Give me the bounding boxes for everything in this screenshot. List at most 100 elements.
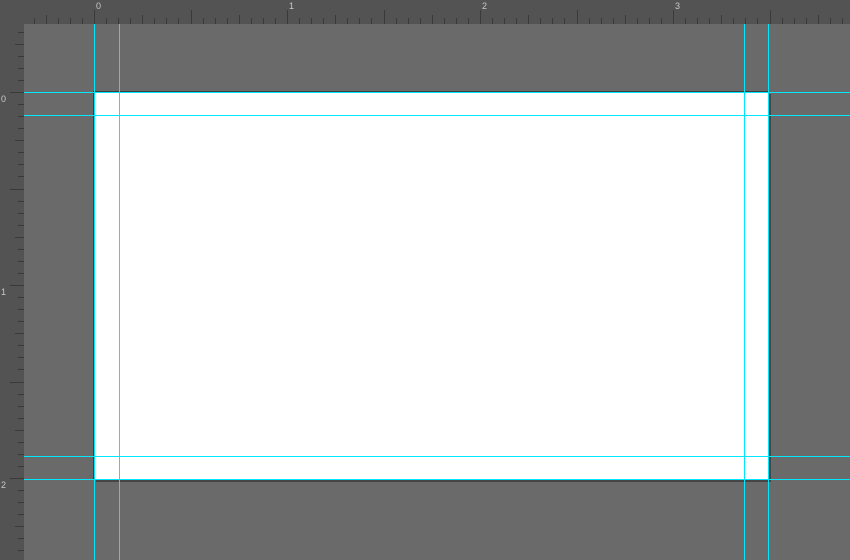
ruler-tick — [757, 18, 758, 24]
ruler-tick — [384, 10, 385, 24]
ruler-label: 3 — [675, 1, 680, 11]
ruler-tick — [323, 18, 324, 24]
ruler-label: 1 — [289, 1, 294, 11]
ruler-tick — [10, 478, 24, 479]
ruler-tick — [577, 10, 578, 24]
ruler-tick — [18, 514, 24, 515]
guide-vertical[interactable] — [768, 24, 769, 560]
ruler-tick — [18, 538, 24, 539]
ruler-origin-corner[interactable] — [0, 0, 24, 24]
ruler-tick — [504, 18, 505, 24]
guide-horizontal[interactable] — [24, 115, 850, 116]
ruler-tick — [359, 18, 360, 24]
ruler-tick — [818, 15, 819, 24]
ruler-label: 0 — [1, 94, 6, 104]
ruler-tick — [661, 18, 662, 24]
ruler-tick — [18, 104, 24, 105]
ruler-tick — [263, 18, 264, 24]
ruler-tick — [552, 18, 553, 24]
ruler-tick — [480, 10, 481, 24]
ruler-tick — [275, 18, 276, 24]
ruler-tick — [118, 18, 119, 24]
ruler-tick — [396, 18, 397, 24]
ruler-tick — [637, 18, 638, 24]
ruler-tick — [18, 454, 24, 455]
ruler-tick — [15, 44, 24, 45]
ruler-tick — [347, 18, 348, 24]
workspace[interactable] — [24, 24, 850, 560]
ruler-tick — [70, 18, 71, 24]
ruler-tick — [154, 18, 155, 24]
ruler-tick — [178, 18, 179, 24]
ruler-tick — [10, 189, 24, 190]
ruler-tick — [18, 321, 24, 322]
canvas[interactable] — [94, 92, 768, 479]
ruler-tick — [18, 152, 24, 153]
ruler-tick — [794, 18, 795, 24]
ruler-label: 1 — [1, 287, 6, 297]
ruler-tick — [18, 68, 24, 69]
ruler-tick — [18, 128, 24, 129]
ruler-tick — [733, 18, 734, 24]
ruler-tick — [239, 15, 240, 24]
ruler-tick — [18, 369, 24, 370]
ruler-label: 2 — [482, 1, 487, 11]
ruler-tick — [166, 18, 167, 24]
ruler-tick — [18, 164, 24, 165]
ruler-tick — [408, 18, 409, 24]
ruler-tick — [528, 15, 529, 24]
ruler-tick — [18, 213, 24, 214]
ruler-tick — [564, 18, 565, 24]
ruler-tick — [10, 92, 24, 93]
ruler-tick — [251, 18, 252, 24]
ruler-tick — [625, 15, 626, 24]
ruler-tick — [709, 18, 710, 24]
ruler-tick — [34, 18, 35, 24]
ruler-tick — [203, 18, 204, 24]
ruler-tick — [15, 333, 24, 334]
ruler-tick — [15, 430, 24, 431]
ruler-tick — [601, 18, 602, 24]
guide-vertical[interactable] — [744, 24, 745, 560]
guide-horizontal[interactable] — [24, 456, 850, 457]
ruler-tick — [18, 357, 24, 358]
ruler-tick — [335, 15, 336, 24]
ruler-tick — [287, 10, 288, 24]
ruler-label: 2 — [1, 480, 6, 490]
ruler-tick — [782, 18, 783, 24]
ruler-tick — [18, 80, 24, 81]
ruler-vertical[interactable]: 0 1 2 — [0, 24, 24, 560]
ruler-tick — [18, 32, 24, 33]
ruler-tick — [15, 140, 24, 141]
ruler-tick — [18, 201, 24, 202]
ruler-tick — [18, 225, 24, 226]
ruler-tick — [18, 273, 24, 274]
ruler-tick — [15, 237, 24, 238]
ruler-tick — [492, 18, 493, 24]
guide-vertical[interactable] — [94, 24, 95, 560]
ruler-tick — [444, 18, 445, 24]
ruler-tick — [46, 15, 47, 24]
ruler-tick — [18, 56, 24, 57]
ruler-tick — [371, 18, 372, 24]
ruler-tick — [516, 18, 517, 24]
ruler-tick — [142, 15, 143, 24]
ruler-tick — [311, 18, 312, 24]
ruler-tick — [10, 285, 24, 286]
guide-horizontal[interactable] — [24, 92, 850, 93]
guide-vertical[interactable] — [119, 24, 120, 560]
ruler-tick — [215, 18, 216, 24]
ruler-horizontal[interactable]: 0123 — [24, 0, 850, 24]
ruler-tick — [58, 18, 59, 24]
ruler-tick — [540, 18, 541, 24]
guide-horizontal[interactable] — [24, 479, 850, 480]
ruler-tick — [468, 18, 469, 24]
ruler-tick — [82, 18, 83, 24]
ruler-tick — [721, 15, 722, 24]
ruler-tick — [18, 490, 24, 491]
ruler-tick — [770, 10, 771, 24]
ruler-tick — [18, 116, 24, 117]
ruler-tick — [18, 418, 24, 419]
ruler-tick — [191, 10, 192, 24]
ruler-tick — [830, 18, 831, 24]
